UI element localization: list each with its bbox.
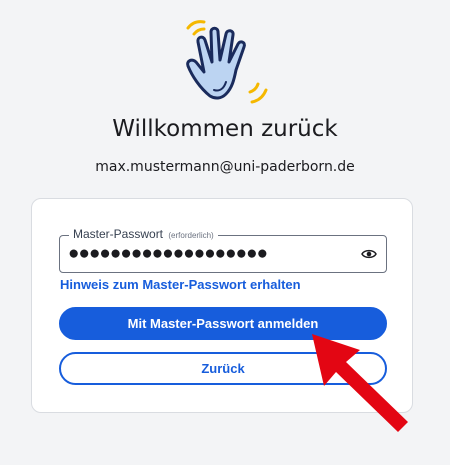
eye-icon[interactable] — [361, 247, 377, 261]
master-password-input[interactable]: ●●●●●●●●●●●●●●●●●●● — [68, 244, 268, 264]
master-password-label: Master-Passwort (erforderlich) — [69, 227, 218, 241]
password-hint-link[interactable]: Hinweis zum Master-Passwort erhalten — [60, 277, 301, 292]
waving-hand-icon — [186, 20, 268, 104]
master-password-label-text: Master-Passwort — [73, 227, 164, 241]
master-password-field[interactable]: Master-Passwort (erforderlich) ●●●●●●●●●… — [59, 227, 387, 273]
annotation-arrow — [312, 334, 408, 432]
account-email: max.mustermann@uni-paderborn.de — [95, 159, 355, 175]
required-hint: (erforderlich) — [168, 231, 214, 240]
page-title: Willkommen zurück — [112, 116, 338, 142]
